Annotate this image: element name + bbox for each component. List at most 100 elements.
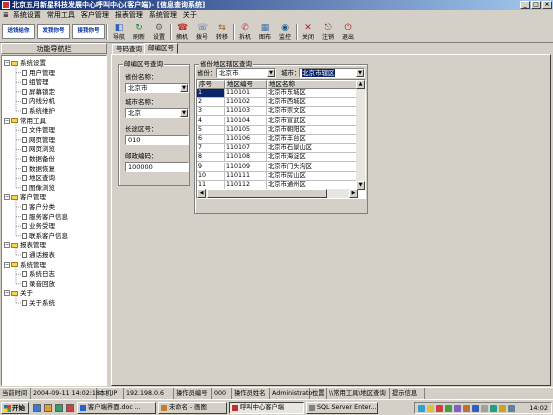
quicklaunch-app-icon[interactable] xyxy=(66,404,74,412)
taskbar-item[interactable]: 呼叫中心客户端 xyxy=(229,402,304,414)
tree-folder[interactable]: − 常用工具 xyxy=(4,117,46,125)
mail-icon[interactable] xyxy=(508,405,515,412)
toolbar-button-layout[interactable]: ▦ 图布 xyxy=(256,22,274,42)
table-column-header[interactable]: 地区编号 xyxy=(225,80,267,89)
tree-item[interactable]: 数据备份 xyxy=(22,155,55,163)
tree-item[interactable]: 系统日志 xyxy=(22,270,55,278)
tree-folder[interactable]: − 系统设置 xyxy=(4,59,46,67)
collapse-icon[interactable]: − xyxy=(4,242,10,249)
tree-item[interactable]: 网页浏览 xyxy=(22,145,55,153)
scroll-right-icon[interactable]: ▶ xyxy=(349,189,358,198)
menu-system-admin[interactable]: 系统管理 xyxy=(146,10,180,21)
menu-system-settings[interactable]: 系统设置 xyxy=(10,10,44,21)
tab-number-lookup[interactable]: 号码查询 xyxy=(112,44,146,54)
table-column-header[interactable]: 地区名称 xyxy=(267,80,357,89)
taskbar-item[interactable]: 客户端界面.doc ... xyxy=(77,402,156,414)
collapse-icon[interactable]: − xyxy=(4,290,10,297)
shield-icon[interactable] xyxy=(490,405,497,412)
collapse-icon[interactable]: − xyxy=(4,117,10,124)
power-icon[interactable] xyxy=(499,405,506,412)
toolbar-button-transfer[interactable]: ⇆ 转移 xyxy=(213,22,231,42)
collapse-icon[interactable]: − xyxy=(4,261,10,268)
close-window-button[interactable]: × xyxy=(542,1,552,9)
toolbar-button-logout[interactable]: ⎋ 注销 xyxy=(319,22,337,42)
menu-about[interactable]: 关于 xyxy=(180,10,200,21)
menu-customers[interactable]: 客户管理 xyxy=(78,10,112,21)
chevron-down-icon[interactable]: ▼ xyxy=(267,69,275,77)
tree-item[interactable]: 系统维护 xyxy=(22,107,55,115)
tab-postal-areacode[interactable]: 邮编区号 xyxy=(144,43,178,54)
area-code-field[interactable]: 010 xyxy=(125,135,189,145)
table-column-header[interactable]: 序号 xyxy=(197,80,225,89)
quicklaunch-browser-icon[interactable] xyxy=(44,404,52,412)
network-icon[interactable] xyxy=(418,405,425,412)
province-select[interactable]: 北京市 ▼ xyxy=(125,83,189,93)
table-row[interactable]: 3 110103 北京市崇文区 xyxy=(197,107,357,117)
tree-folder[interactable]: − 关于 xyxy=(4,289,33,297)
collapse-icon[interactable]: − xyxy=(4,60,10,66)
antivirus-icon[interactable] xyxy=(436,405,443,412)
postal-code-field[interactable]: 100000 xyxy=(125,162,189,172)
tree-item[interactable]: 客户分类 xyxy=(22,203,55,211)
monitor-tray-icon[interactable] xyxy=(472,405,479,412)
tree-item[interactable]: 内线分机 xyxy=(22,97,55,105)
region-city-select[interactable]: 北京市辖区 ▼ xyxy=(299,68,365,78)
table-row[interactable]: 4 110104 北京市宣武区 xyxy=(197,116,357,126)
tree-folder[interactable]: − 报表管理 xyxy=(4,241,46,249)
city-select[interactable]: 北京 ▼ xyxy=(125,108,189,118)
tree-item[interactable]: 服务客户信息 xyxy=(22,213,68,221)
tree-item[interactable]: 用户管理 xyxy=(22,69,55,77)
taskbar-item[interactable]: 未命名 - 画图 xyxy=(158,402,227,414)
tree-folder[interactable]: − 客户管理 xyxy=(4,193,46,201)
table-row[interactable]: 10 110111 北京市房山区 xyxy=(197,171,357,181)
start-button[interactable]: 开始 xyxy=(1,402,29,414)
horizontal-scrollbar[interactable]: ◀ ▶ xyxy=(197,189,358,198)
tree-item[interactable]: 数据恢复 xyxy=(22,165,55,173)
tree-item[interactable]: 组管理 xyxy=(22,78,49,86)
scroll-up-icon[interactable]: ▲ xyxy=(356,80,365,89)
region-table[interactable]: 序号 地区编号 地区名称 1 110101 北京市东城区 2 110102 北京市西城区 3 11… xyxy=(196,79,366,199)
title-bar[interactable]: 北京五月新星科技发展中心呼叫中心(客户端)- [信息查询系统] _ □ × xyxy=(0,0,553,10)
menu-tools[interactable]: 常用工具 xyxy=(44,10,78,21)
im-icon[interactable] xyxy=(454,405,461,412)
quicklaunch-media-icon[interactable] xyxy=(55,404,63,412)
table-row[interactable]: 2 110102 北京市西城区 xyxy=(197,98,357,108)
tree-item[interactable]: 通话报表 xyxy=(22,251,55,259)
toolbar-button-exit[interactable]: ⏻ 退出 xyxy=(339,22,357,42)
vertical-scrollbar[interactable]: ▲ ▼ xyxy=(356,80,365,190)
scroll-thumb[interactable] xyxy=(207,189,327,198)
tree-item[interactable]: 业务受理 xyxy=(22,222,55,230)
toolbar-button-refresh[interactable]: ↻ 刷新 xyxy=(130,22,148,42)
tree-item[interactable]: 录音回放 xyxy=(22,280,55,288)
table-row[interactable]: 5 110105 北京市朝阳区 xyxy=(197,125,357,135)
app-icon[interactable] xyxy=(2,1,10,9)
tree-item[interactable]: 网页管理 xyxy=(22,136,55,144)
scroll-left-icon[interactable]: ◀ xyxy=(197,189,206,198)
clock[interactable]: 14:02 xyxy=(529,403,548,414)
toolbar-button-close[interactable]: ✕ 关闭 xyxy=(299,22,317,42)
toolbar-button-monitor[interactable]: ◉ 监控 xyxy=(276,22,294,42)
speaker-icon[interactable] xyxy=(427,405,434,412)
table-row[interactable]: 9 110109 北京市门头沟区 xyxy=(197,162,357,172)
sync-icon[interactable] xyxy=(445,405,452,412)
table-row[interactable]: 7 110107 北京市石景山区 xyxy=(197,144,357,154)
maximize-button[interactable]: □ xyxy=(531,1,541,9)
toolbar-button-settings[interactable]: ⚙ 设置 xyxy=(150,22,168,42)
chevron-down-icon[interactable]: ▼ xyxy=(180,84,188,92)
tree-item[interactable]: 图像浏览 xyxy=(22,184,55,192)
taskbar-item[interactable]: SQL Server Enter... xyxy=(306,402,378,414)
table-row[interactable]: 8 110108 北京市海淀区 xyxy=(197,153,357,163)
toolbar-button-offhook[interactable]: ☎ 摘机 xyxy=(173,22,191,42)
nav-tree[interactable]: − 系统设置 用户管理 组管理 屏幕锁定 内线分机 系统维护 − 常用工具 文件管理 网页管理 网页浏… xyxy=(1,55,107,386)
tree-item[interactable]: 联系客户信息 xyxy=(22,232,68,240)
table-row[interactable]: 1 110101 北京市东城区 xyxy=(197,89,357,98)
toolbar-button-navigate[interactable]: ◧ 导航 xyxy=(110,22,128,42)
tree-item[interactable]: 地区查询 xyxy=(22,174,55,182)
tree-item[interactable]: 屏幕锁定 xyxy=(22,88,55,96)
chevron-down-icon[interactable]: ▼ xyxy=(356,69,364,77)
chevron-down-icon[interactable]: ▼ xyxy=(180,109,188,117)
table-row[interactable]: 6 110106 北京市丰台区 xyxy=(197,135,357,144)
region-province-select[interactable]: 北京市 ▼ xyxy=(216,68,276,78)
toolbar-button-dial[interactable]: ☏ 拨号 xyxy=(193,22,211,42)
quicklaunch-desktop-icon[interactable] xyxy=(33,404,41,412)
